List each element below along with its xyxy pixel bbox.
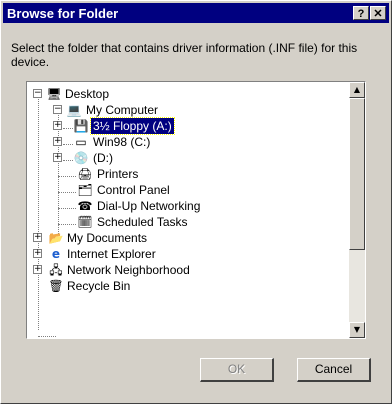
tree-item-label: Desktop: [65, 87, 110, 101]
expand-toggle[interactable]: +: [53, 137, 62, 146]
tree-line: [63, 128, 73, 129]
ok-button[interactable]: OK: [200, 358, 274, 382]
expand-toggle[interactable]: +: [33, 265, 42, 274]
desktop-icon: 🖥: [46, 87, 62, 101]
tree-line: [58, 192, 76, 193]
scheduled-tasks-icon: 🗓: [77, 215, 93, 229]
vertical-scrollbar[interactable]: ▲ ▼: [349, 82, 365, 338]
cd-drive-icon: 💿: [73, 151, 89, 165]
scroll-thumb[interactable]: [349, 98, 365, 250]
tree-item-label: 3½ Floppy (A:): [90, 117, 175, 135]
tree-item-label: (D:): [93, 151, 113, 165]
collapse-toggle[interactable]: −: [33, 89, 42, 98]
tree-line: [63, 144, 73, 145]
close-button[interactable]: ✕: [370, 6, 386, 20]
tree-item-label: Recycle Bin: [67, 279, 131, 293]
tree-item-label: Internet Explorer: [67, 247, 156, 261]
tree-item-label: My Documents: [67, 231, 148, 245]
tree-line: [58, 112, 59, 236]
title-bar[interactable]: Browse for Folder ? ✕: [3, 3, 389, 23]
cancel-button[interactable]: Cancel: [297, 358, 371, 382]
tree-line: [58, 176, 76, 177]
browse-for-folder-dialog: Browse for Folder ? ✕ Select the folder …: [0, 0, 392, 404]
tree-line: [63, 160, 73, 161]
collapse-toggle[interactable]: −: [53, 105, 62, 114]
scroll-up-button[interactable]: ▲: [349, 82, 365, 98]
control-panel-icon: 🗂: [77, 183, 93, 197]
tree-line: [58, 224, 76, 225]
printers-folder-icon: 🖨: [77, 167, 93, 181]
help-button[interactable]: ?: [353, 6, 369, 20]
internet-explorer-icon: e: [51, 247, 61, 261]
tree-item-label: Win98 (C:): [93, 135, 151, 149]
tree-line: [38, 336, 56, 337]
instruction-text: Select the folder that contains driver i…: [11, 41, 358, 69]
folder-icon: 📂: [48, 231, 64, 245]
folder-tree[interactable]: − 🖥 Desktop − 💻 My Computer + 💾 3½ Flopp…: [26, 81, 366, 339]
floppy-icon: 💾: [73, 119, 89, 133]
folder-tree-content: − 🖥 Desktop − 💻 My Computer + 💾 3½ Flopp…: [27, 82, 349, 338]
tree-item-label: My Computer: [86, 103, 159, 117]
expand-toggle[interactable]: +: [33, 249, 42, 258]
tree-item-label: Control Panel: [97, 183, 170, 197]
expand-toggle[interactable]: +: [53, 121, 62, 130]
hard-drive-icon: ▭: [75, 135, 87, 149]
tree-line: [38, 96, 39, 330]
scroll-down-button[interactable]: ▼: [349, 322, 365, 338]
network-icon: 🖧: [49, 263, 63, 277]
expand-toggle[interactable]: +: [33, 233, 42, 242]
recycle-bin-icon: 🗑: [48, 279, 64, 293]
tree-item-label: Network Neighborhood: [67, 263, 190, 277]
expand-toggle[interactable]: +: [53, 153, 62, 162]
tree-item-label: Scheduled Tasks: [97, 215, 188, 229]
tree-line: [58, 208, 76, 209]
dialup-icon: ☎: [77, 199, 93, 213]
window-title: Browse for Folder: [7, 6, 119, 21]
tree-item-label: Printers: [97, 167, 139, 181]
computer-icon: 💻: [66, 103, 82, 117]
tree-item-label: Dial-Up Networking: [97, 199, 201, 213]
